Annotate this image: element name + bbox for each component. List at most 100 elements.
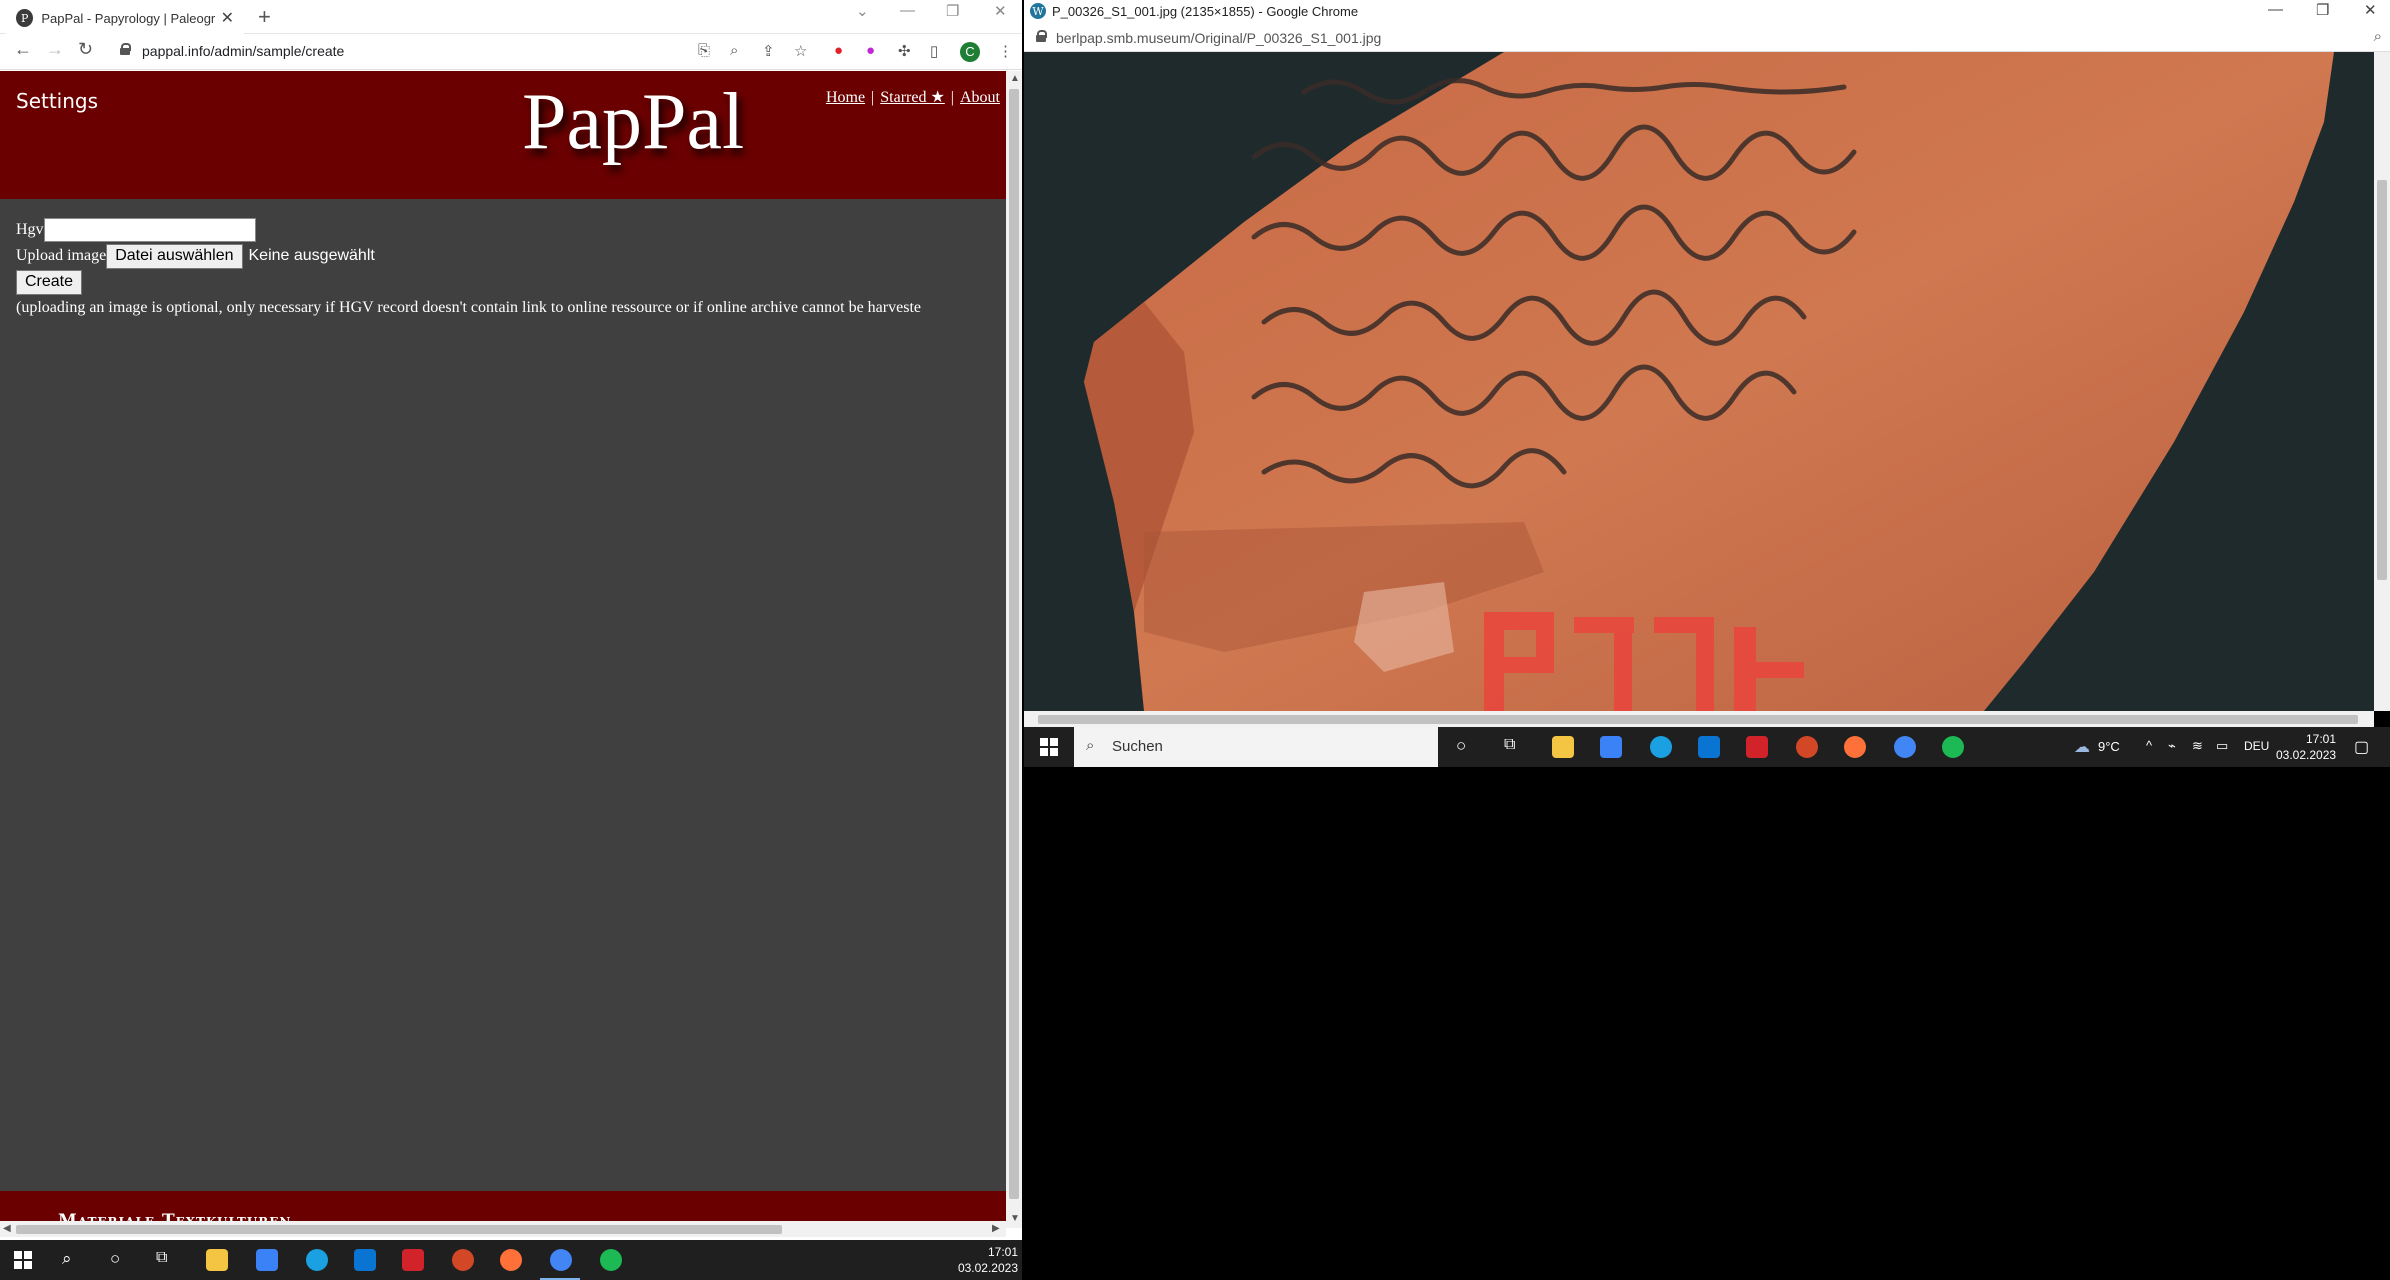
minimize-icon[interactable]: — <box>900 2 915 19</box>
file-explorer-icon[interactable] <box>1552 736 1574 758</box>
scroll-left-icon[interactable]: ◀ <box>3 1223 11 1234</box>
image-url[interactable]: berlpap.smb.museum/Original/P_00326_S1_0… <box>1056 30 1381 46</box>
upload-note: (uploading an image is optional, only ne… <box>16 299 921 316</box>
restore-icon[interactable]: ❐ <box>946 2 959 20</box>
mail-icon[interactable] <box>1698 736 1720 758</box>
mail-icon[interactable] <box>354 1249 376 1271</box>
create-button[interactable]: Create <box>16 269 83 295</box>
hgv-input[interactable] <box>43 218 256 242</box>
battery-icon[interactable]: ▭ <box>2216 738 2228 754</box>
tab-title: PapPal - Papyrology | Paleography <box>41 10 215 26</box>
spotify-icon[interactable] <box>600 1249 622 1271</box>
side-panel-icon[interactable]: ▯ <box>930 42 938 60</box>
menu-kebab-icon[interactable]: ⋮ <box>998 42 1013 60</box>
bookmark-star-icon[interactable]: ☆ <box>794 42 807 60</box>
file-explorer-icon[interactable] <box>206 1249 228 1271</box>
search-placeholder: Suchen <box>1112 738 1163 755</box>
zoom-icon[interactable]: ⌕ <box>730 42 738 59</box>
nav-starred[interactable]: Starred ★ <box>880 89 945 106</box>
extension-red-icon[interactable]: ● <box>834 42 843 59</box>
clock-right[interactable]: 17:01 03.02.2023 <box>2276 731 2336 763</box>
scroll-up-icon[interactable]: ▲ <box>1010 73 1020 84</box>
start-windows-icon[interactable] <box>14 1251 32 1269</box>
search-icon[interactable]: ⌕ <box>62 1249 72 1269</box>
url-field[interactable]: pappal.info/admin/sample/create <box>142 43 344 59</box>
upload-label: Upload image <box>16 247 107 264</box>
language-indicator[interactable]: DEU <box>2244 739 2269 753</box>
new-tab-icon[interactable]: + <box>258 4 271 30</box>
wifi-icon[interactable]: ≋ <box>2192 738 2203 754</box>
weather-temp[interactable]: 9°C <box>2098 739 2120 754</box>
scroll-right-icon[interactable]: ▶ <box>992 1223 1000 1234</box>
store-icon[interactable] <box>256 1249 278 1271</box>
clock-date: 03.02.2023 <box>2276 748 2337 762</box>
create-sample-form: Hgv Upload image Datei auswählen Keine a… <box>16 217 921 321</box>
page-viewport: Settings PapPal Home | Starred ★ | About Hgv… <box>0 71 1006 1228</box>
image-window-title: P_00326_S1_001.jpg (2135×1855) - Google … <box>1052 4 1359 19</box>
image-horizontal-scroll-thumb[interactable] <box>1038 715 2358 724</box>
task-view-icon[interactable]: ⧉ <box>1504 736 1515 754</box>
site-logo: PapPal <box>522 78 745 166</box>
task-view-icon[interactable]: ⧉ <box>156 1249 167 1267</box>
edge-icon[interactable] <box>306 1249 328 1271</box>
lock-icon <box>120 43 131 55</box>
reload-icon[interactable]: ↻ <box>78 39 93 60</box>
horizontal-scroll-thumb[interactable] <box>16 1225 782 1234</box>
vertical-scrollbar[interactable]: ▲ ▼ <box>1006 71 1022 1228</box>
powerpoint-icon[interactable] <box>1796 736 1818 758</box>
vertical-scroll-thumb[interactable] <box>1009 89 1019 1199</box>
acrobat-icon[interactable] <box>1746 736 1768 758</box>
firefox-icon[interactable] <box>500 1249 522 1271</box>
network-icon[interactable]: ⌁ <box>2168 738 2176 754</box>
spotify-icon[interactable] <box>1942 736 1964 758</box>
ostracon-image <box>1024 52 2374 711</box>
share-icon[interactable]: ⇪ <box>762 42 775 60</box>
clock-time: 17:01 <box>987 1245 1018 1259</box>
cortana-icon[interactable]: ○ <box>1456 736 1466 756</box>
tray-chevron-icon[interactable]: ^ <box>2146 738 2152 753</box>
scroll-down-icon[interactable]: ▼ <box>1010 1213 1020 1224</box>
site-header: Settings PapPal Home | Starred ★ | About <box>0 71 1006 199</box>
zoom-icon[interactable]: ⌕ <box>2374 28 2382 45</box>
lock-icon <box>1036 30 1047 42</box>
papyrus-image[interactable] <box>1024 52 2374 711</box>
settings-link[interactable]: Settings <box>16 89 98 113</box>
choose-file-button[interactable]: Datei auswählen <box>106 243 243 269</box>
close-window-icon[interactable]: ✕ <box>994 2 1007 20</box>
chrome-icon[interactable] <box>1894 736 1916 758</box>
tab-close-icon[interactable]: ✕ <box>221 8 234 28</box>
taskbar-left: ⌕ ○ ⧉ 17:01 03.02.2023 <box>0 1240 1022 1280</box>
top-nav: Home | Starred ★ | About <box>826 87 1000 107</box>
image-vertical-scrollbar[interactable] <box>2374 52 2390 711</box>
notifications-icon[interactable]: ▢ <box>2354 737 2369 757</box>
extensions-puzzle-icon[interactable]: ✣ <box>898 42 911 60</box>
store-icon[interactable] <box>1600 736 1622 758</box>
tab-pappal[interactable]: P PapPal - Papyrology | Paleography ✕ <box>6 2 244 34</box>
image-vertical-scroll-thumb[interactable] <box>2377 180 2387 580</box>
back-icon[interactable]: ← <box>14 39 32 60</box>
tab-search-chevron-icon[interactable]: ⌄ <box>856 2 869 20</box>
forward-icon[interactable]: → <box>46 39 64 60</box>
upload-row: Upload image Datei auswählen Keine ausge… <box>16 243 921 269</box>
acrobat-icon[interactable] <box>402 1249 424 1271</box>
start-windows-icon[interactable] <box>1040 738 1058 756</box>
search-icon: ⌕ <box>1086 737 1095 754</box>
extension-purple-icon[interactable]: ● <box>866 42 875 59</box>
nav-about[interactable]: About <box>960 89 1000 106</box>
chrome-icon[interactable] <box>550 1249 572 1271</box>
clock-left[interactable]: 17:01 03.02.2023 <box>950 1244 1018 1276</box>
weather-cloud-icon[interactable]: ☁ <box>2074 737 2090 757</box>
cortana-icon[interactable]: ○ <box>110 1249 120 1269</box>
edge-icon[interactable] <box>1650 736 1672 758</box>
image-horizontal-scrollbar[interactable] <box>1024 711 2374 727</box>
restore-icon[interactable]: ❐ <box>2316 1 2329 19</box>
taskbar-search-box[interactable]: ⌕ Suchen <box>1074 727 1438 767</box>
profile-avatar[interactable]: C <box>960 42 980 62</box>
nav-home[interactable]: Home <box>826 89 865 106</box>
horizontal-scrollbar[interactable]: ◀ ▶ <box>0 1221 1006 1237</box>
powerpoint-icon[interactable] <box>452 1249 474 1271</box>
minimize-icon[interactable]: — <box>2268 1 2283 18</box>
translate-icon[interactable]: ⎘ <box>698 42 710 59</box>
firefox-icon[interactable] <box>1844 736 1866 758</box>
close-window-icon[interactable]: ✕ <box>2364 1 2377 19</box>
